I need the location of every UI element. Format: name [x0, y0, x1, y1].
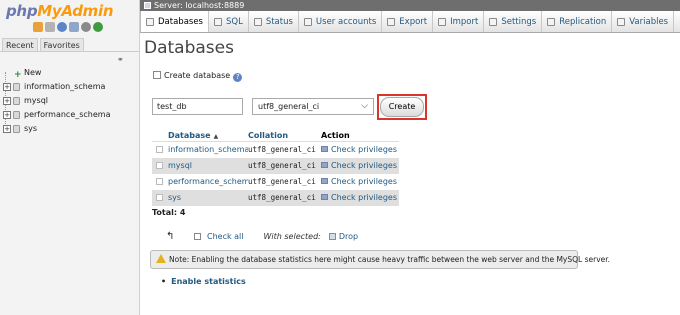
header-collation[interactable]: Collation: [248, 129, 321, 141]
table-row: sys utf8_general_ci Check privileges: [152, 190, 399, 206]
drop-button[interactable]: Drop: [339, 232, 358, 241]
check-privileges-link[interactable]: Check privileges: [321, 190, 399, 206]
tab-export[interactable]: Export: [382, 11, 434, 32]
nav-tab-favorites[interactable]: Favorites: [39, 38, 84, 52]
nav-tab-recent[interactable]: Recent: [2, 38, 38, 52]
collation-cell: utf8_general_ci: [248, 177, 316, 186]
database-link[interactable]: performance_schema: [168, 174, 248, 190]
tree-item-mysql[interactable]: + mysql: [2, 94, 137, 108]
expand-icon[interactable]: +: [3, 125, 11, 133]
total-count: Total: 4: [152, 208, 186, 217]
expand-icon[interactable]: +: [3, 83, 11, 91]
expand-icon[interactable]: +: [3, 97, 11, 105]
import-icon: [438, 18, 447, 26]
page-title: Databases: [144, 38, 234, 58]
enable-statistics-link[interactable]: Enable statistics: [171, 277, 246, 286]
nav-toolbar: [33, 22, 103, 32]
collation-select[interactable]: utf8_general_ci ⌵: [252, 98, 374, 115]
tree-item-information-schema[interactable]: + information_schema: [2, 80, 137, 94]
nav-divider: [0, 51, 139, 52]
database-tree: + New + information_schema + mysql + per…: [2, 66, 137, 136]
replication-icon: [547, 18, 556, 26]
database-link[interactable]: sys: [168, 190, 248, 206]
collation-cell: utf8_general_ci: [248, 193, 316, 202]
drop-icon: [328, 233, 336, 240]
header-database[interactable]: Database ▲: [168, 129, 248, 141]
with-selected-label: With selected:: [263, 232, 321, 241]
navigation-panel: phpMyAdmin Recent Favorites ⚭ + New + in…: [0, 0, 140, 315]
privileges-icon: [321, 162, 328, 168]
expand-icon[interactable]: +: [3, 111, 11, 119]
database-link[interactable]: information_schema: [168, 142, 248, 158]
collation-cell: utf8_general_ci: [248, 161, 316, 170]
tree-item-new[interactable]: + New: [2, 66, 137, 80]
warning-icon: [156, 254, 166, 263]
enable-statistics-item: • Enable statistics: [161, 277, 246, 286]
create-button[interactable]: Create: [380, 97, 424, 117]
tab-user-accounts[interactable]: User accounts: [299, 11, 383, 32]
wrench-icon: [489, 18, 498, 26]
server-icon: [144, 2, 151, 9]
sql-docs-icon[interactable]: [69, 22, 79, 32]
main-content: Databases Create database? utf8_general_…: [140, 34, 680, 315]
check-privileges-link[interactable]: Check privileges: [321, 174, 399, 190]
docs-icon[interactable]: [57, 22, 67, 32]
database-icon: [13, 111, 20, 119]
help-icon[interactable]: ?: [233, 73, 243, 82]
chevron-down-icon: ⌵: [361, 101, 368, 111]
tab-variables[interactable]: Variables: [612, 11, 675, 32]
table-row: mysql utf8_general_ci Check privileges: [152, 158, 399, 174]
database-icon: [146, 18, 154, 26]
home-icon[interactable]: [33, 22, 43, 32]
create-database-label: Create database?: [153, 71, 243, 82]
tab-settings[interactable]: Settings: [484, 11, 543, 32]
tab-status[interactable]: Status: [249, 11, 299, 32]
reload-icon[interactable]: [93, 22, 103, 32]
row-checkbox[interactable]: [156, 194, 163, 201]
arrow-up-icon: ↰: [166, 231, 175, 242]
databases-table: Database ▲ Collation Action information_s…: [152, 129, 399, 206]
row-checkbox[interactable]: [156, 162, 163, 169]
database-icon: [13, 125, 20, 133]
check-privileges-link[interactable]: Check privileges: [321, 158, 399, 174]
tab-databases[interactable]: Databases: [140, 11, 209, 32]
database-name-input[interactable]: [152, 98, 243, 115]
collation-cell: utf8_general_ci: [248, 145, 316, 154]
row-checkbox[interactable]: [156, 178, 163, 185]
variables-icon: [617, 18, 626, 26]
privileges-icon: [321, 178, 328, 184]
database-link[interactable]: mysql: [168, 158, 248, 174]
new-database-icon: [153, 71, 161, 79]
tab-import[interactable]: Import: [433, 11, 485, 32]
bulk-actions: ↰ Check all With selected: Drop: [166, 231, 358, 242]
privileges-icon: [321, 194, 328, 200]
check-privileges-link[interactable]: Check privileges: [321, 142, 399, 158]
main-tabs: Databases SQL Status User accounts Expor…: [140, 11, 680, 33]
header-action: Action: [321, 131, 350, 140]
database-icon: [13, 83, 20, 91]
tree-item-sys[interactable]: + sys: [2, 122, 137, 136]
users-icon: [303, 18, 312, 26]
tab-sql[interactable]: SQL: [209, 11, 249, 32]
export-icon: [387, 18, 396, 26]
notice-message: Note: Enabling the database statistics h…: [150, 250, 610, 269]
check-all-label[interactable]: Check all: [207, 232, 244, 241]
check-all-checkbox[interactable]: [194, 233, 201, 240]
status-icon: [253, 18, 262, 26]
link-icon[interactable]: ⚭: [117, 55, 124, 64]
sql-icon: [214, 18, 222, 26]
table-header: Database ▲ Collation Action: [152, 129, 399, 142]
sort-arrow-icon: ▲: [213, 133, 219, 140]
database-icon: [13, 97, 20, 105]
table-row: performance_schema utf8_general_ci Check…: [152, 174, 399, 190]
tree-item-performance-schema[interactable]: + performance_schema: [2, 108, 137, 122]
server-breadcrumb[interactable]: Server: localhost:8889: [140, 0, 680, 11]
table-row: information_schema utf8_general_ci Check…: [152, 142, 399, 158]
logout-icon[interactable]: [45, 22, 55, 32]
privileges-icon: [321, 146, 328, 152]
gear-icon[interactable]: [81, 22, 91, 32]
row-checkbox[interactable]: [156, 146, 163, 153]
tab-replication[interactable]: Replication: [542, 11, 613, 32]
phpmyadmin-logo[interactable]: phpMyAdmin: [6, 2, 114, 20]
